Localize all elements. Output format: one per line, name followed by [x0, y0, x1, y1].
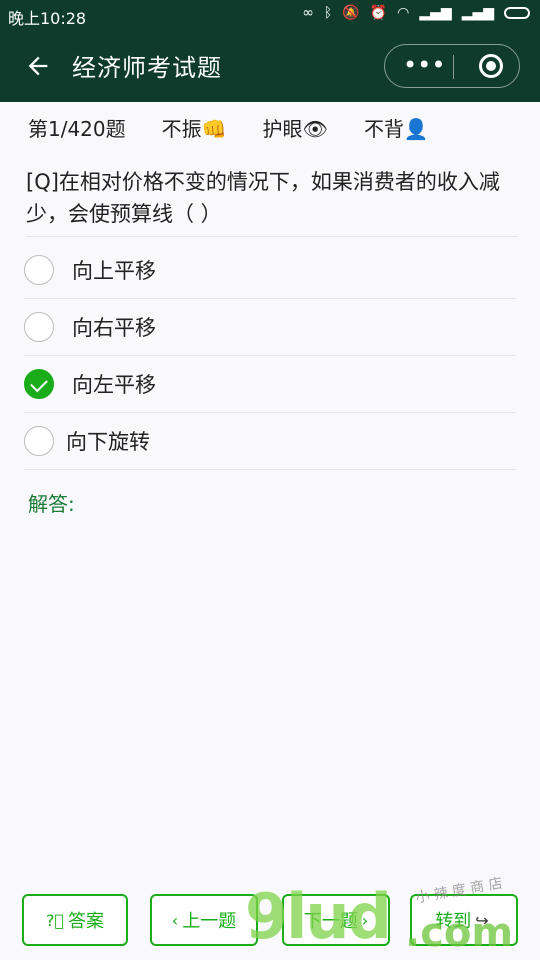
question-text: [Q]在相对价格不变的情况下，如果消费者的收入减少，会使预算线（ ） [26, 166, 518, 237]
wifi-icon: ◠ [397, 5, 410, 21]
radio-unchecked-icon[interactable] [24, 255, 54, 285]
prev-button-label: 上一题 [182, 911, 237, 932]
eye-protect-toggle[interactable]: 护眼👁 [263, 113, 328, 142]
back-arrow-icon[interactable] [24, 52, 52, 80]
answer-explanation-label: 解答: [28, 492, 75, 516]
question-info-bar: 第1/420题 不振👊 护眼👁 不背👤 [28, 112, 518, 142]
radio-checked-icon[interactable] [24, 369, 54, 399]
option-a[interactable]: 向上平移 [24, 242, 516, 299]
more-icon[interactable]: ••• [403, 51, 445, 79]
signal-icon: ▂▄▆ [419, 5, 452, 21]
status-icons: ∞ ᛒ 🔕 ⏰ ◠ ▂▄▆ ▂▄▆ [302, 5, 530, 21]
option-label: 向左平移 [72, 373, 156, 397]
recite-toggle[interactable]: 不背👤 [364, 113, 429, 142]
chevron-left-icon: ‹ [171, 910, 179, 930]
capsule-divider [453, 55, 454, 79]
answer-button[interactable]: ?⃝ 答案 [22, 894, 128, 946]
share-arrow-icon: ↪ [475, 910, 489, 930]
vibrate-toggle[interactable]: 不振👊 [162, 113, 227, 142]
page-title: 经济师考试题 [72, 54, 222, 82]
question-circle-icon: ?⃝ [45, 910, 65, 930]
answer-button-label: 答案 [68, 911, 105, 932]
radio-unchecked-icon[interactable] [24, 426, 54, 456]
link-icon: ∞ [302, 5, 314, 21]
goto-button[interactable]: 转到 ↪ [410, 894, 518, 946]
option-d[interactable]: 向下旋转 [24, 413, 516, 470]
option-label: 向上平移 [72, 259, 156, 283]
signal-icon-2: ▂▄▆ [461, 5, 494, 21]
chevron-right-icon: › [361, 910, 369, 930]
next-button-label: 下一题 [303, 911, 358, 932]
goto-button-label: 转到 [435, 911, 472, 932]
status-bar: 晚上10:28 ∞ ᛒ 🔕 ⏰ ◠ ▂▄▆ ▂▄▆ [0, 0, 540, 30]
battery-icon [504, 7, 530, 19]
option-b[interactable]: 向右平移 [24, 299, 516, 356]
bluetooth-icon: ᛒ [323, 5, 333, 21]
app-header: 经济师考试题 ••• [0, 30, 540, 102]
status-time: 晚上10:28 [8, 9, 87, 28]
option-label: 向右平移 [72, 316, 156, 340]
miniprogram-capsule: ••• [384, 44, 520, 88]
radio-unchecked-icon[interactable] [24, 312, 54, 342]
close-target-icon[interactable] [479, 54, 503, 78]
option-label: 向下旋转 [66, 430, 150, 454]
next-question-button[interactable]: 下一题 › [282, 894, 390, 946]
prev-question-button[interactable]: ‹ 上一题 [150, 894, 258, 946]
alarm-icon: ⏰ [369, 5, 388, 21]
option-c[interactable]: 向左平移 [24, 356, 516, 413]
mute-icon: 🔕 [342, 5, 360, 21]
question-progress: 第1/420题 [28, 116, 126, 141]
